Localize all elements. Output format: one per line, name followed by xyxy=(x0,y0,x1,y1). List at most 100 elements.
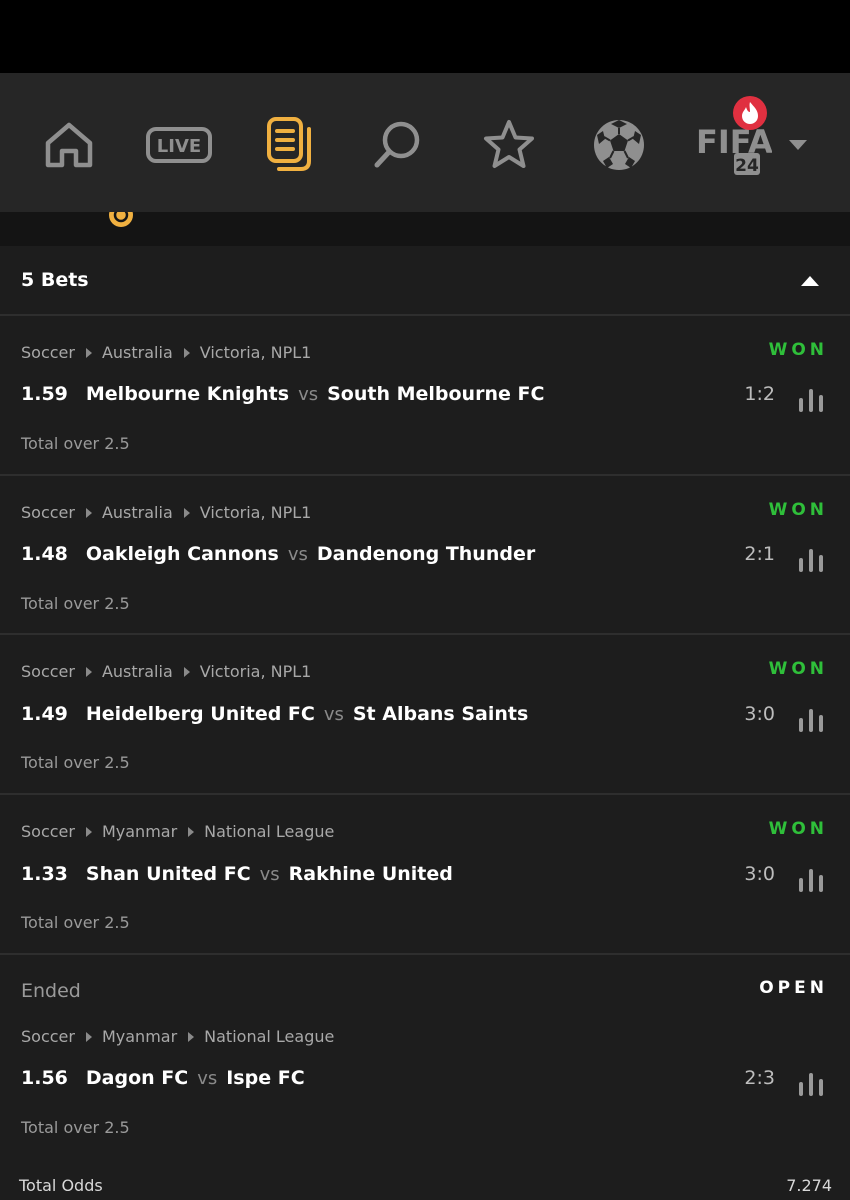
breadcrumb-arrow-icon xyxy=(183,507,190,518)
bet-breadcrumb: Soccer Myanmar National League xyxy=(21,822,334,841)
bet-breadcrumb: Soccer Australia Victoria, NPL1 xyxy=(21,343,311,362)
match-line: 1.56 Dagon FC vs Ispe FC xyxy=(21,1067,305,1089)
sport-label: Soccer xyxy=(21,822,75,841)
home-team: Oakleigh Cannons xyxy=(85,543,279,565)
home-icon xyxy=(45,122,93,168)
status-badge: WON xyxy=(768,340,828,360)
vs-label: vs xyxy=(197,1068,218,1089)
stats-icon[interactable] xyxy=(797,1072,825,1096)
breadcrumb-arrow-icon xyxy=(188,826,195,837)
match-line: 1.59 Melbourne Knights vs South Melbourn… xyxy=(21,383,544,405)
bets-header[interactable]: 5 Bets xyxy=(0,246,850,316)
stats-icon[interactable] xyxy=(797,708,825,732)
live-label: LIVE xyxy=(157,136,201,157)
breadcrumb-arrow-icon xyxy=(183,666,190,677)
nav-live-button[interactable]: LIVE xyxy=(145,113,213,177)
nav-soccer-button[interactable] xyxy=(590,113,648,177)
league-label: National League xyxy=(204,1027,335,1046)
breadcrumb-arrow-icon xyxy=(183,347,190,358)
nav-search-button[interactable] xyxy=(370,113,426,177)
away-team: Ispe FC xyxy=(226,1067,305,1089)
bet-slip-panel: 5 Bets Soccer Australia Victoria, NPL1 W… xyxy=(0,246,850,1200)
breadcrumb-arrow-icon xyxy=(85,666,92,677)
match-line: 1.33 Shan United FC vs Rakhine United xyxy=(21,863,453,885)
sport-label: Soccer xyxy=(21,503,75,522)
match-line: 1.49 Heidelberg United FC vs St Albans S… xyxy=(21,703,528,725)
status-badge: WON xyxy=(768,500,828,520)
sport-label: Soccer xyxy=(21,1027,75,1046)
status-badge: WON xyxy=(768,659,828,679)
nav-home-button[interactable] xyxy=(40,113,98,177)
cropped-strip xyxy=(0,212,850,246)
nav-favorites-button[interactable] xyxy=(480,113,538,177)
league-label: Victoria, NPL1 xyxy=(199,503,312,522)
sport-label: Soccer xyxy=(21,662,75,681)
chevron-down-icon xyxy=(789,140,807,150)
status-badge: WON xyxy=(768,819,828,839)
league-label: Victoria, NPL1 xyxy=(199,343,312,362)
bet-item[interactable]: Soccer Australia Victoria, NPL1 WON 1.48… xyxy=(0,476,850,635)
country-label: Myanmar xyxy=(101,822,178,841)
match-line: 1.48 Oakleigh Cannons vs Dandenong Thund… xyxy=(21,543,535,565)
market-label: Total over 2.5 xyxy=(21,913,130,932)
match-score: 2:1 xyxy=(744,543,775,565)
bet-breadcrumb: Soccer Australia Victoria, NPL1 xyxy=(21,662,311,681)
nav-more-button[interactable] xyxy=(786,113,810,177)
vs-label: vs xyxy=(287,544,308,565)
search-icon xyxy=(374,121,420,168)
total-odds-label: Total Odds xyxy=(19,1176,103,1195)
vs-label: vs xyxy=(298,384,319,405)
stats-icon[interactable] xyxy=(797,388,825,412)
away-team: Dandenong Thunder xyxy=(316,543,536,565)
stats-icon[interactable] xyxy=(797,548,825,572)
match-score: 2:3 xyxy=(744,1067,775,1089)
nav-fifa-button[interactable]: FIFA 24 xyxy=(692,95,772,180)
bet-odds: 1.33 xyxy=(21,863,68,885)
vs-label: vs xyxy=(259,864,280,885)
bet-item[interactable]: Ended OPEN Soccer Myanmar National Leagu… xyxy=(0,955,850,1174)
match-score: 3:0 xyxy=(744,863,775,885)
breadcrumb-arrow-icon xyxy=(85,507,92,518)
home-team: Melbourne Knights xyxy=(85,383,290,405)
bet-item[interactable]: Soccer Myanmar National League WON 1.33 … xyxy=(0,795,850,955)
bet-item[interactable]: Soccer Australia Victoria, NPL1 WON 1.59… xyxy=(0,316,850,476)
coin-icon xyxy=(109,212,133,227)
live-icon: LIVE xyxy=(146,127,212,163)
country-label: Australia xyxy=(101,503,173,522)
home-team: Heidelberg United FC xyxy=(85,703,315,725)
caret-up-icon xyxy=(801,276,819,286)
nav-bets-button[interactable] xyxy=(260,113,320,177)
total-odds-value: 7.274 xyxy=(786,1176,832,1195)
market-label: Total over 2.5 xyxy=(21,434,130,453)
soccer-ball-icon xyxy=(594,120,644,170)
away-team: South Melbourne FC xyxy=(327,383,545,405)
breadcrumb-arrow-icon xyxy=(85,826,92,837)
fifa-year-label: 24 xyxy=(735,156,759,176)
bet-odds: 1.49 xyxy=(21,703,68,725)
stats-icon[interactable] xyxy=(797,868,825,892)
match-state-label: Ended xyxy=(21,980,81,1002)
league-label: National League xyxy=(204,822,335,841)
away-team: St Albans Saints xyxy=(352,703,529,725)
betslip-icon xyxy=(267,117,311,171)
league-label: Victoria, NPL1 xyxy=(199,662,312,681)
market-label: Total over 2.5 xyxy=(21,1118,130,1137)
match-score: 3:0 xyxy=(744,703,775,725)
breadcrumb-arrow-icon xyxy=(85,1031,92,1042)
away-team: Rakhine United xyxy=(288,863,453,885)
bet-item[interactable]: Soccer Australia Victoria, NPL1 WON 1.49… xyxy=(0,635,850,795)
bet-breadcrumb: Soccer Myanmar National League xyxy=(21,1027,334,1046)
fifa-label: FIFA xyxy=(696,123,772,161)
country-label: Australia xyxy=(101,343,173,362)
collapse-button[interactable] xyxy=(796,270,824,292)
country-label: Australia xyxy=(101,662,173,681)
breadcrumb-arrow-icon xyxy=(188,1031,195,1042)
fifa-24-icon: FIFA 24 xyxy=(696,96,772,176)
total-odds-row: Total Odds 7.274 xyxy=(0,1174,850,1200)
market-label: Total over 2.5 xyxy=(21,594,130,613)
bet-odds: 1.48 xyxy=(21,543,68,565)
sport-label: Soccer xyxy=(21,343,75,362)
bets-count-title: 5 Bets xyxy=(21,269,89,291)
bet-breadcrumb: Soccer Australia Victoria, NPL1 xyxy=(21,503,311,522)
match-score: 1:2 xyxy=(744,383,775,405)
